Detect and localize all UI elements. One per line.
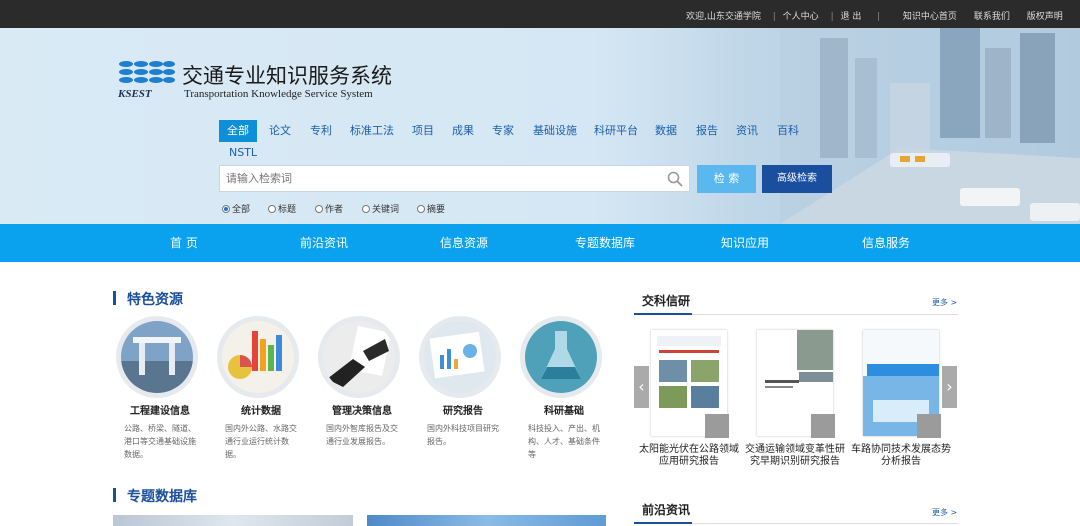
resource-description: 国内外智库报告及交通行业发展报告。 bbox=[326, 424, 398, 446]
nav-information-services[interactable]: 信息服务 bbox=[862, 224, 910, 262]
zoom-icon[interactable] bbox=[811, 414, 835, 438]
report-cover[interactable] bbox=[651, 330, 729, 438]
top-bar: 欢迎,山东交通学院 | 个人中心 | 退 出 | 知识中心首页 联系我们 版权声… bbox=[0, 0, 1080, 28]
tab-research-platform[interactable]: 科研平台 bbox=[594, 120, 638, 142]
main-navigation: 首 页 前沿资讯 信息资源 专题数据库 知识应用 信息服务 bbox=[0, 224, 1080, 262]
resource-description: 国内外科技项目研究报告。 bbox=[427, 424, 499, 446]
zoom-icon[interactable] bbox=[705, 414, 729, 438]
carousel-prev-button[interactable]: ‹ bbox=[634, 366, 649, 408]
nav-knowledge-application[interactable]: 知识应用 bbox=[721, 224, 769, 262]
resource-name: 研究报告 bbox=[443, 406, 483, 417]
nav-information-resources[interactable]: 信息资源 bbox=[440, 224, 488, 262]
resource-image bbox=[520, 316, 602, 398]
advanced-search-button[interactable]: 高级检索 bbox=[762, 165, 832, 193]
hero-banner: KSEST 交通专业知识服务系统 Transportation Knowledg… bbox=[0, 28, 1080, 224]
radio-icon bbox=[417, 205, 425, 213]
topic-database-image[interactable] bbox=[367, 515, 606, 526]
site-title: 交通专业知识服务系统 bbox=[182, 64, 392, 88]
radio-icon bbox=[315, 205, 323, 213]
divider: | bbox=[877, 12, 881, 22]
research-panel-title: 交科信研 bbox=[642, 294, 691, 308]
divider: | bbox=[830, 12, 834, 22]
report-caption[interactable]: 交通运输领域变革性研究早期识别研究报告 bbox=[744, 444, 846, 468]
divider: | bbox=[772, 12, 776, 22]
radio-label: 关键词 bbox=[372, 205, 400, 215]
carousel-next-button[interactable]: › bbox=[942, 366, 957, 408]
tab-projects[interactable]: 项目 bbox=[412, 120, 434, 142]
radio-label: 全部 bbox=[232, 205, 251, 215]
nav-topic-databases[interactable]: 专题数据库 bbox=[575, 224, 635, 262]
radio-icon bbox=[268, 205, 276, 213]
tab-encyclopedia[interactable]: 百科 bbox=[777, 120, 799, 142]
frontier-panel-title: 前沿资讯 bbox=[642, 503, 691, 517]
section-marker bbox=[113, 291, 116, 305]
radio-label: 摘要 bbox=[427, 205, 446, 215]
search-button[interactable]: 检 索 bbox=[697, 165, 756, 193]
tab-news[interactable]: 资讯 bbox=[736, 120, 758, 142]
copyright-link[interactable]: 版权声明 bbox=[1027, 12, 1063, 22]
logout-link[interactable]: 退 出 bbox=[840, 12, 861, 22]
resource-name: 科研基础 bbox=[544, 406, 584, 417]
resource-image bbox=[318, 316, 400, 398]
report-charts-image bbox=[424, 321, 496, 393]
radio-title[interactable]: 标题 bbox=[268, 202, 296, 215]
site-subtitle: Transportation Knowledge Service System bbox=[184, 88, 373, 100]
resource-image bbox=[419, 316, 501, 398]
search-box bbox=[219, 165, 690, 192]
tab-nstl[interactable]: NSTL bbox=[229, 142, 257, 164]
welcome-text: 欢迎,山东交通学院 bbox=[686, 12, 761, 22]
radio-abstract[interactable]: 摘要 bbox=[417, 202, 445, 215]
section-marker bbox=[113, 488, 116, 502]
panel-underline bbox=[634, 522, 692, 524]
nav-frontier-news[interactable]: 前沿资讯 bbox=[300, 224, 348, 262]
topic-database-title: 专题数据库 bbox=[127, 489, 197, 505]
contact-link[interactable]: 联系我们 bbox=[974, 12, 1010, 22]
radio-icon bbox=[362, 205, 370, 213]
research-more-link[interactable]: 更多 > bbox=[932, 297, 957, 308]
report-cover[interactable] bbox=[863, 330, 941, 438]
report-caption[interactable]: 太阳能光伏在公路领域应用研究报告 bbox=[638, 444, 740, 468]
resource-image bbox=[217, 316, 299, 398]
document-handshake-image bbox=[323, 321, 395, 393]
tab-reports[interactable]: 报告 bbox=[696, 120, 718, 142]
radio-author[interactable]: 作者 bbox=[315, 202, 343, 215]
radio-all[interactable]: 全部 bbox=[222, 202, 250, 215]
search-input[interactable] bbox=[220, 166, 660, 191]
tab-standards[interactable]: 标准工法 bbox=[350, 120, 394, 142]
resource-image bbox=[116, 316, 198, 398]
tab-achievements[interactable]: 成果 bbox=[452, 120, 474, 142]
tab-experts[interactable]: 专家 bbox=[492, 120, 514, 142]
tab-papers[interactable]: 论文 bbox=[269, 120, 291, 142]
radio-label: 标题 bbox=[278, 205, 297, 215]
logo-abbreviation: KSEST bbox=[118, 88, 152, 100]
resource-name: 工程建设信息 bbox=[130, 406, 190, 417]
personal-center-link[interactable]: 个人中心 bbox=[783, 12, 819, 22]
panel-underline bbox=[634, 313, 692, 315]
radio-label: 作者 bbox=[325, 205, 344, 215]
nav-home[interactable]: 首 页 bbox=[170, 224, 198, 262]
report-cover[interactable] bbox=[757, 330, 835, 438]
resource-name: 管理决策信息 bbox=[332, 406, 392, 417]
resource-name: 统计数据 bbox=[241, 406, 281, 417]
city-background-image bbox=[780, 28, 1080, 224]
search-icon[interactable] bbox=[667, 171, 683, 187]
resource-description: 科技投入、产出、机构、人才、基础条件等 bbox=[528, 424, 600, 459]
resource-description: 公路、桥梁、隧道、港口等交通基础设施数据。 bbox=[124, 424, 196, 459]
bridge-construction-image bbox=[121, 321, 193, 393]
tab-infrastructure[interactable]: 基础设施 bbox=[533, 120, 577, 142]
tab-all[interactable]: 全部 bbox=[219, 120, 257, 142]
radio-keyword[interactable]: 关键词 bbox=[362, 202, 399, 215]
radio-selected-icon bbox=[222, 205, 230, 213]
resource-description: 国内外公路、水路交通行业运行统计数据。 bbox=[225, 424, 297, 459]
tab-patents[interactable]: 专利 bbox=[310, 120, 332, 142]
report-caption[interactable]: 车路协同技术发展态势分析报告 bbox=[850, 444, 952, 468]
featured-resources-title: 特色资源 bbox=[127, 292, 183, 308]
tab-data[interactable]: 数据 bbox=[655, 120, 677, 142]
zoom-icon[interactable] bbox=[917, 414, 941, 438]
topic-database-image[interactable] bbox=[113, 515, 353, 526]
lab-flask-image bbox=[525, 321, 597, 393]
frontier-more-link[interactable]: 更多 > bbox=[932, 507, 957, 518]
knowledge-home-link[interactable]: 知识中心首页 bbox=[903, 12, 957, 22]
statistics-chart-image bbox=[222, 321, 294, 393]
